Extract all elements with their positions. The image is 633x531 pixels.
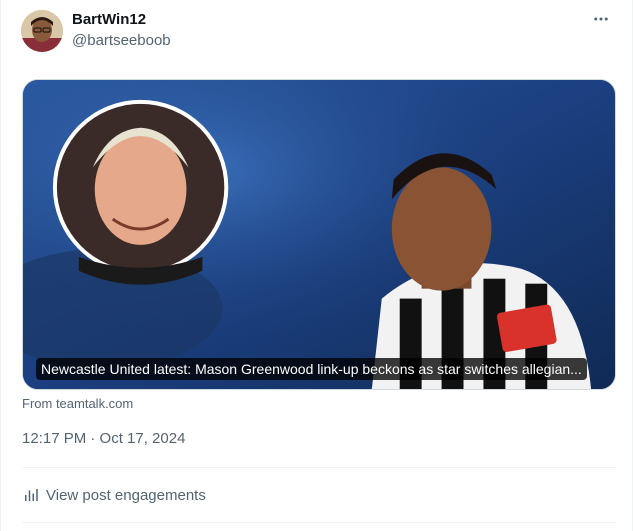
link-source[interactable]: From teamtalk.com	[22, 396, 133, 411]
article-photo	[23, 80, 615, 389]
post-timestamp[interactable]: 12:17 PM · Oct 17, 2024	[22, 430, 185, 447]
link-card-title: Newcastle United latest: Mason Greenwood…	[36, 358, 587, 380]
link-card-image[interactable]: Newcastle United latest: Mason Greenwood…	[22, 79, 616, 390]
author-name[interactable]: BartWin12	[72, 11, 146, 29]
divider	[22, 522, 616, 523]
author-handle[interactable]: @bartseeboob	[72, 32, 171, 50]
view-engagements-button[interactable]: View post engagements	[22, 486, 206, 504]
more-horizontal-icon	[594, 17, 608, 21]
tweet-card: BartWin12 @bartseeboob Newcastle United …	[0, 0, 633, 531]
engagements-label: View post engagements	[46, 486, 206, 504]
divider	[22, 467, 616, 468]
more-options-button[interactable]	[588, 8, 614, 30]
avatar-image	[21, 10, 63, 52]
bar-chart-icon	[25, 489, 38, 501]
avatar[interactable]	[21, 10, 63, 52]
